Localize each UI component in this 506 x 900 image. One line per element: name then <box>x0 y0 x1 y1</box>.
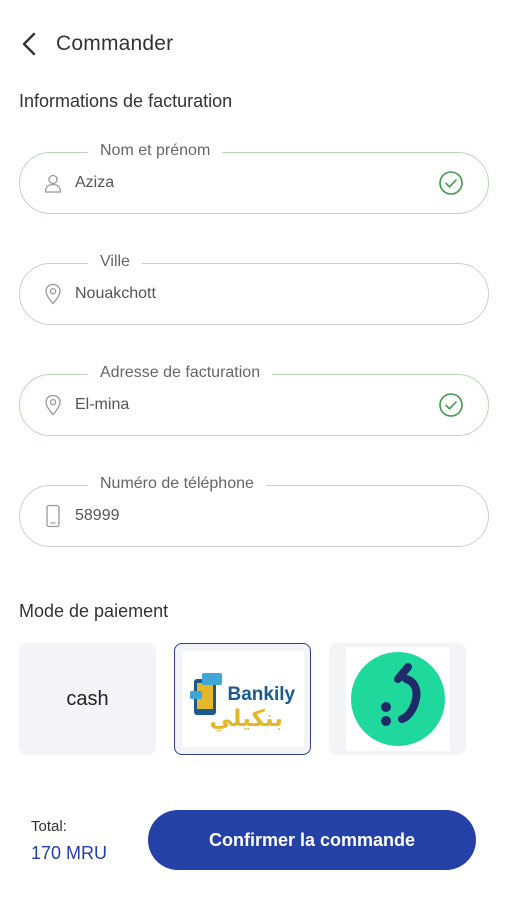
payment-section-title: Mode de paiement <box>19 601 169 621</box>
billing-section-title: Informations de facturation <box>19 91 233 111</box>
bankily-arabic-text: بنكيلي <box>209 705 283 731</box>
bankily-text: Bankily <box>227 684 296 705</box>
phone-field[interactable]: Numéro de téléphone 58999 <box>19 474 489 547</box>
city-input[interactable]: Nouakchott <box>75 285 415 303</box>
confirm-order-button[interactable]: Confirmer la commande <box>148 810 476 870</box>
sedad-logo-icon <box>350 652 445 746</box>
payment-option-sedad[interactable] <box>329 643 466 755</box>
total-value: 170 MRU <box>31 843 108 863</box>
total-label: Total: <box>31 818 67 835</box>
name-field-label: Nom et prénom <box>88 141 223 161</box>
sedad-logo <box>345 647 450 751</box>
cash-label: cash <box>66 687 109 710</box>
phone-input[interactable]: 58999 <box>75 507 415 525</box>
city-field[interactable]: Ville Nouakchott <box>19 252 489 325</box>
payment-option-bankily[interactable]: Bankily بنكيلي <box>174 643 311 755</box>
phone-field-label: Numéro de téléphone <box>88 474 266 494</box>
address-field[interactable]: Adresse de facturation El-mina <box>19 363 489 436</box>
check-circle-icon <box>439 393 463 417</box>
payment-option-cash[interactable]: cash <box>19 643 156 755</box>
check-circle-icon <box>439 171 463 195</box>
location-pin-icon <box>42 283 64 305</box>
address-field-label: Adresse de facturation <box>88 363 273 383</box>
chevron-left-icon <box>22 32 36 56</box>
header: Commander <box>20 28 173 60</box>
city-field-label: Ville <box>88 252 142 272</box>
bankily-logo: Bankily بنكيلي <box>181 651 304 747</box>
location-pin-icon <box>42 394 64 416</box>
name-field[interactable]: Nom et prénom Aziza <box>19 141 489 214</box>
user-icon <box>42 172 64 194</box>
phone-icon <box>42 504 64 528</box>
name-input[interactable]: Aziza <box>75 174 415 192</box>
back-button[interactable] <box>20 30 48 58</box>
address-input[interactable]: El-mina <box>75 396 415 414</box>
page-title: Commander <box>56 32 174 55</box>
